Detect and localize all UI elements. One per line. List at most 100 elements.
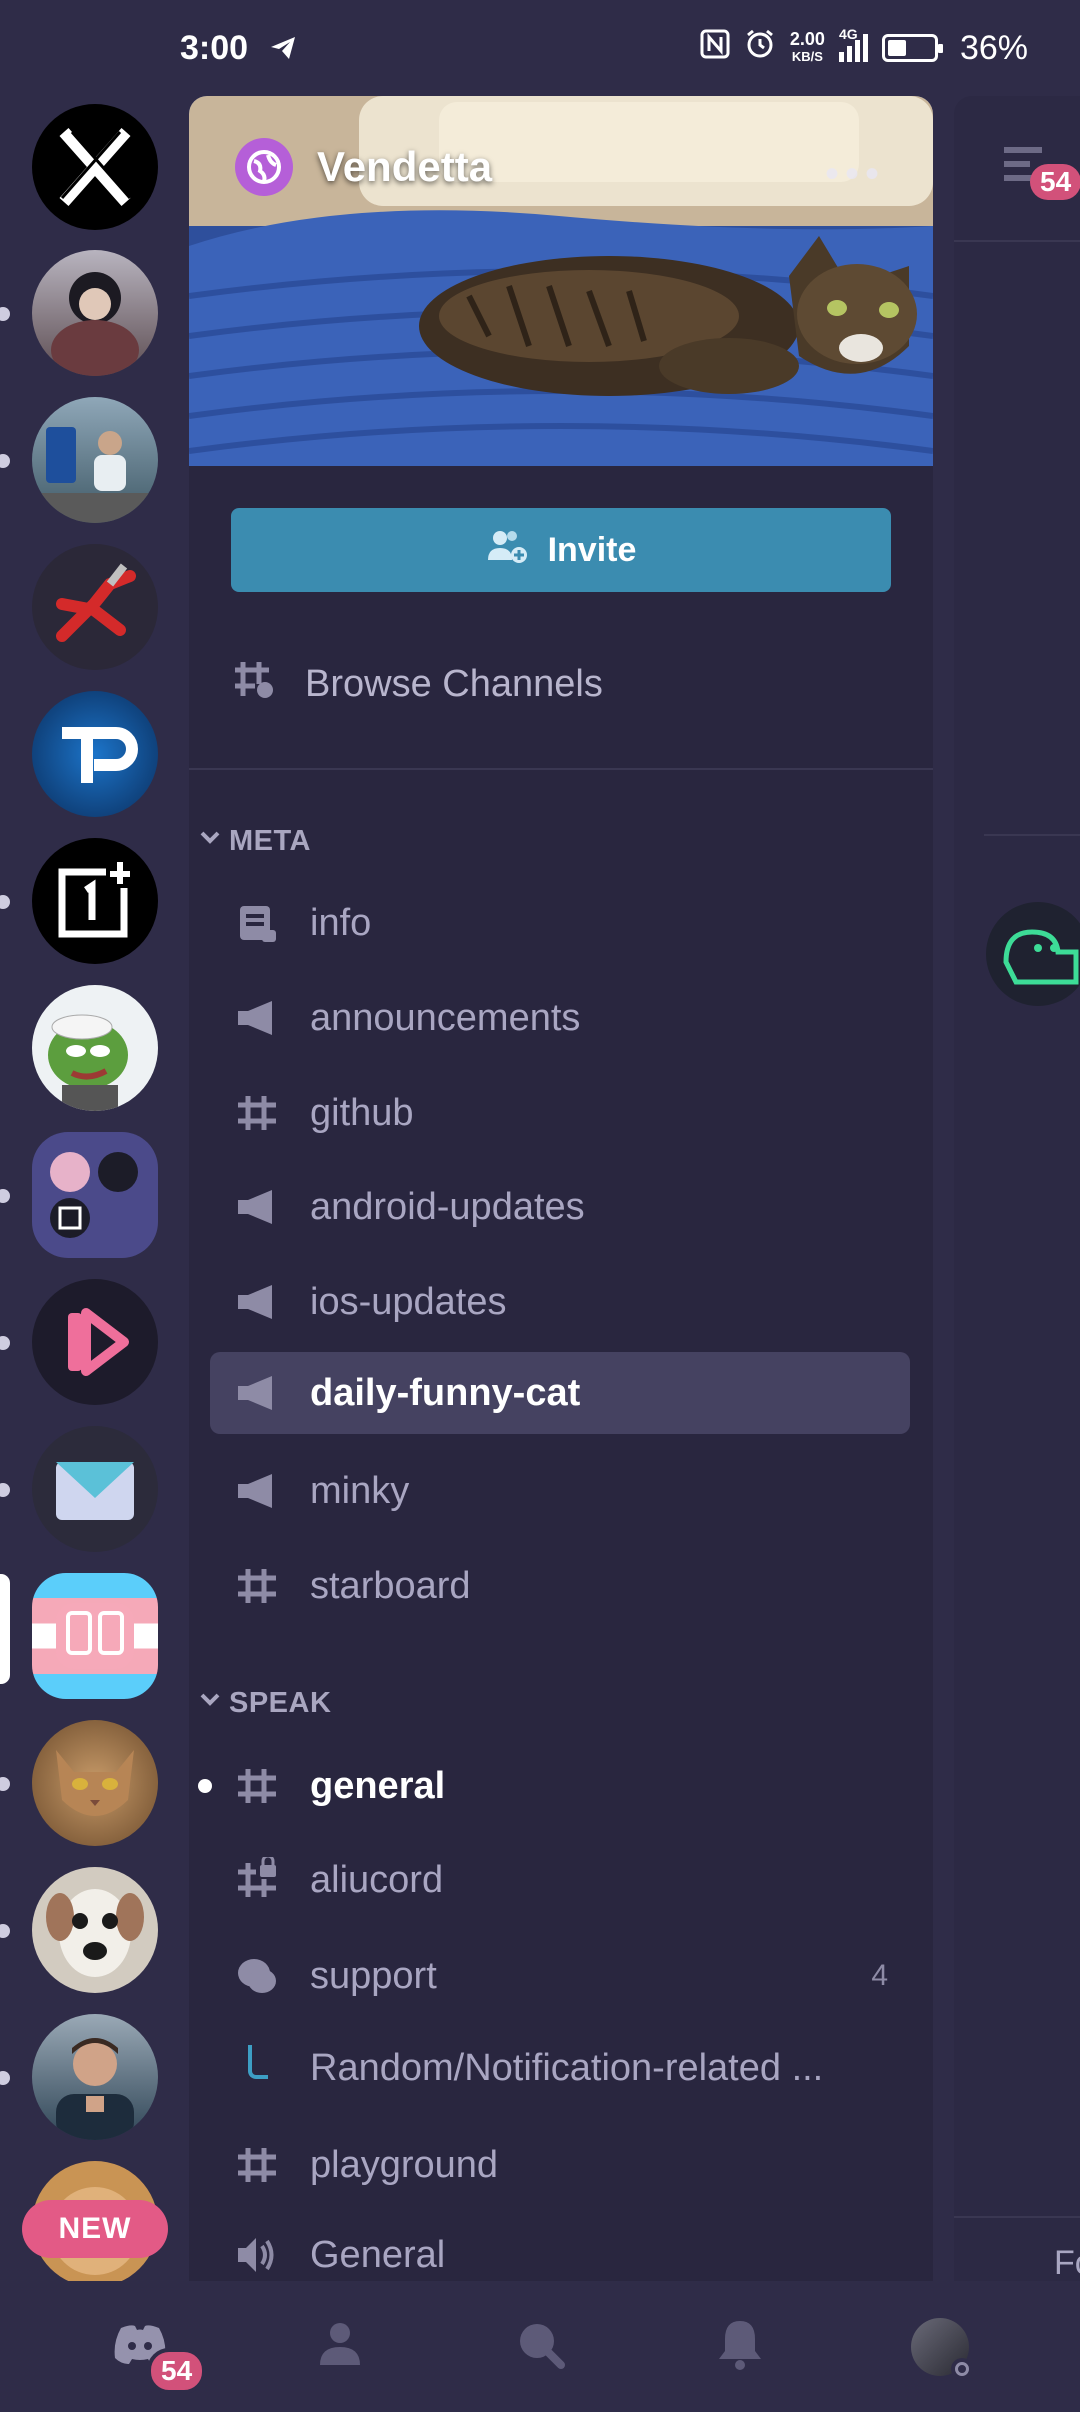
channel-name: aliucord (310, 1858, 444, 1901)
channel-name: android-updates (310, 1185, 585, 1228)
server-icon-dog[interactable] (32, 1867, 158, 1993)
megaphone-icon (234, 995, 280, 1041)
server-header[interactable]: Vendetta (235, 138, 492, 196)
server-icon-tp[interactable] (32, 691, 158, 817)
hash-search-icon (231, 656, 277, 712)
chat-panel-peek[interactable]: 54 Fo (954, 96, 1080, 2282)
person-icon (315, 2319, 365, 2374)
channel-name: ios-updates (310, 1280, 507, 1323)
megaphone-icon (234, 1468, 280, 1514)
divider (984, 834, 1080, 836)
category-label: META (229, 824, 312, 857)
invite-button[interactable]: Invite (231, 508, 891, 592)
server-name: Vendetta (317, 143, 493, 190)
status-bar: 3:00 2.00 KB/S 4G 36% (0, 0, 1080, 96)
category-speak[interactable]: SPEAK (197, 1686, 331, 1720)
server-icon-pepe[interactable] (32, 985, 158, 1111)
category-meta[interactable]: META (197, 824, 311, 858)
nfc-icon (700, 29, 730, 68)
channel-name: General (310, 2233, 446, 2276)
globe-icon (235, 138, 293, 196)
new-servers-badge[interactable]: NEW (22, 2200, 168, 2258)
nav-profile[interactable] (885, 2292, 995, 2402)
channel-aliucord[interactable]: aliucord (210, 1839, 910, 1921)
channel-android-updates[interactable]: android-updates (210, 1166, 910, 1248)
channel-name: daily-funny-cat (310, 1371, 581, 1414)
notification-badge: 54 (1030, 164, 1080, 200)
thread-random-notification[interactable]: Random/Notification-related ... (210, 2027, 910, 2109)
channel-starboard[interactable]: starboard (210, 1545, 910, 1627)
active-server-indicator (0, 1574, 10, 1684)
megaphone-icon (234, 1370, 280, 1416)
voice-channel-general[interactable]: General (210, 2214, 910, 2281)
hash-icon (234, 2142, 280, 2188)
thread-name: Random/Notification-related ... (310, 2046, 824, 2089)
channel-info[interactable]: info (210, 882, 910, 964)
status-time: 3:00 (180, 28, 249, 67)
hash-icon (234, 1090, 280, 1136)
net-speed: 2.00 KB/S (789, 29, 825, 64)
profile-avatar (911, 2317, 973, 2380)
unread-indicator (198, 1779, 212, 1793)
server-icon-photo[interactable] (32, 397, 158, 523)
server-unread-pip (0, 1777, 10, 1791)
server-icon-x[interactable] (32, 104, 158, 230)
invite-label: Invite (547, 530, 637, 569)
channel-announcements[interactable]: announcements (210, 977, 910, 1059)
server-unread-pip (0, 895, 10, 909)
home-badge: 54 (147, 2347, 207, 2394)
channel-name: general (310, 1764, 446, 1807)
status-right: 2.00 KB/S 4G 36% (700, 0, 1028, 96)
channel-name: announcements (310, 996, 581, 1039)
nav-notifications[interactable] (685, 2292, 795, 2402)
alarm-icon (744, 28, 776, 69)
rules-icon (234, 900, 280, 946)
server-icon-oneplus[interactable] (32, 838, 158, 964)
nav-home[interactable]: 54 (85, 2292, 207, 2402)
server-unread-pip (0, 454, 10, 468)
server-unread-pip (0, 2071, 10, 2085)
megaphone-icon (234, 1184, 280, 1230)
megaphone-icon (234, 1279, 280, 1325)
user-avatar[interactable] (986, 902, 1080, 1006)
channel-playground[interactable]: playground (210, 2124, 910, 2206)
server-icon-mail[interactable] (32, 1426, 158, 1552)
server-icon-trans[interactable] (32, 1573, 158, 1699)
nav-friends[interactable] (285, 2292, 395, 2402)
channel-minky[interactable]: minky (210, 1450, 910, 1532)
bottom-nav: 54 (0, 2281, 1080, 2412)
chat-header: 54 (954, 96, 1080, 242)
chevron-down-icon (197, 1686, 223, 1720)
search-icon (513, 2317, 567, 2376)
server-unread-pip (0, 1189, 10, 1203)
browse-channels-label: Browse Channels (305, 662, 603, 705)
server-icon-anime[interactable] (32, 250, 158, 376)
channel-daily-funny-cat[interactable]: daily-funny-cat (210, 1352, 910, 1434)
server-icon-pinkplay[interactable] (32, 1279, 158, 1405)
channel-name: github (310, 1091, 414, 1134)
divider (954, 2216, 1080, 2218)
server-options-button[interactable]: ••• (825, 152, 885, 197)
server-unread-pip (0, 1336, 10, 1350)
server-unread-pip (0, 1483, 10, 1497)
divider (189, 768, 933, 770)
server-folder[interactable] (32, 1132, 158, 1258)
channel-github[interactable]: github (210, 1072, 910, 1154)
channel-panel: Vendetta ••• Invite Browse Channels META… (189, 96, 933, 2281)
channel-name: minky (310, 1469, 410, 1512)
chevron-down-icon (197, 824, 223, 858)
channel-general[interactable]: general (198, 1745, 910, 1827)
hash-lock-icon (234, 1857, 280, 1903)
signal-icon: 4G (838, 26, 868, 62)
browse-channels-button[interactable]: Browse Channels (231, 636, 603, 732)
server-icon-pliers[interactable] (32, 544, 158, 670)
nav-search[interactable] (485, 2292, 595, 2402)
battery-icon (881, 34, 943, 62)
server-icon-cat[interactable] (32, 1720, 158, 1846)
server-unread-pip (0, 307, 10, 321)
telegram-icon (268, 33, 298, 63)
channel-ios-updates[interactable]: ios-updates (210, 1261, 910, 1343)
channel-support[interactable]: support 4 (210, 1935, 910, 2017)
server-icon-man[interactable] (32, 2014, 158, 2140)
forum-icon (234, 1953, 280, 1999)
